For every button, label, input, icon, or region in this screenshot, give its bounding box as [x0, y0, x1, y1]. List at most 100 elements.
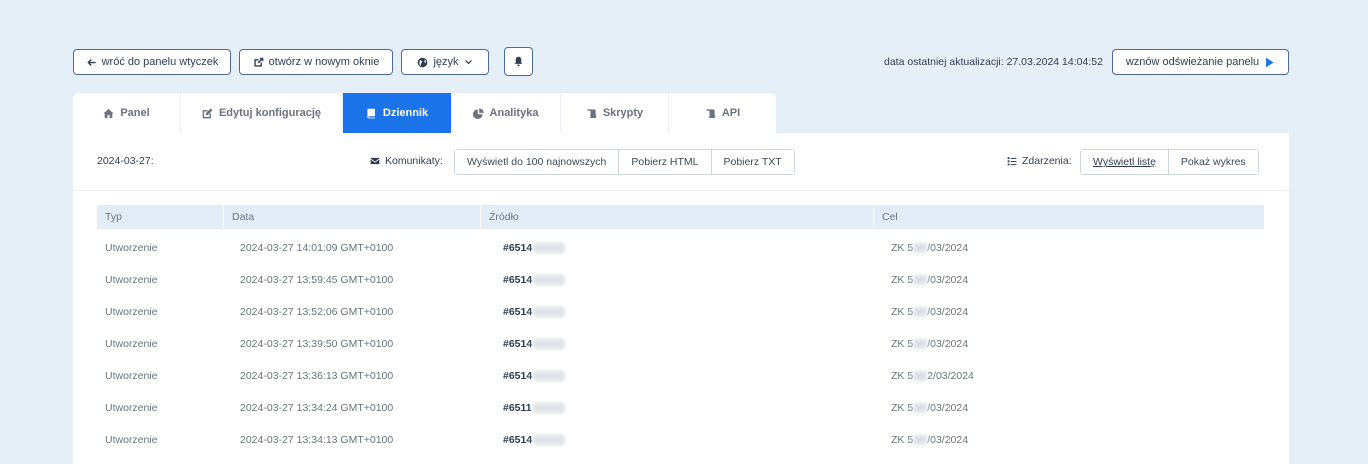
source-id: #6511: [503, 402, 532, 414]
redacted-blur: [913, 243, 928, 254]
cell-target: ZK 5/03/2024: [883, 392, 1264, 424]
target-prefix: ZK 5: [891, 434, 914, 446]
column-header-target[interactable]: Cel: [873, 205, 1264, 229]
cell-target: ZK 5 2/03/2024: [883, 360, 1264, 392]
globe-icon: [418, 57, 428, 67]
play-icon: [1266, 57, 1274, 67]
cell-target: ZK 5/03/2024: [883, 424, 1264, 456]
table-row: Utworzenie 2024-03-27 13:36:13 GMT+0100 #6…: [97, 360, 1264, 392]
tab-edit-config[interactable]: Edytuj konfigurację: [181, 93, 343, 133]
cell-type: Utworzenie: [105, 274, 158, 286]
tab-label: Edytuj konfigurację: [218, 107, 322, 119]
redacted-blur: [533, 275, 566, 286]
cell-date: 2024-03-27 13:34:13 GMT+0100: [240, 434, 394, 446]
column-header-date[interactable]: Data: [223, 205, 480, 229]
cell-date: 2024-03-27 13:36:13 GMT+0100: [240, 370, 394, 382]
journal-toolbar: 2024-03-27: Komunikaty: Wyświetl do 100 …: [73, 133, 1289, 191]
target-suffix: /03/2024: [927, 338, 969, 350]
redacted-blur: [913, 275, 928, 286]
tab-bar: Panel Edytuj konfigurację Dziennik Anali…: [73, 93, 776, 133]
language-label: język: [433, 56, 459, 68]
target-prefix: ZK 5: [891, 370, 914, 382]
cell-target: ZK 5/03/2024: [883, 328, 1264, 360]
source-id: #6514: [503, 434, 533, 446]
scroll-icon: [706, 108, 716, 118]
target-suffix: /03/2024: [927, 242, 969, 254]
column-header-source[interactable]: Źródło: [480, 205, 873, 229]
source-id: #6514: [503, 306, 533, 318]
events-label-text: Zdarzenia:: [1022, 155, 1072, 167]
tab-analytics[interactable]: Analityka: [451, 93, 561, 133]
table-row: Utworzenie 2024-03-27 13:34:13 GMT+0100 #6…: [97, 424, 1264, 456]
pie-chart-icon: [472, 107, 484, 119]
column-header-type[interactable]: Typ: [97, 205, 223, 229]
back-to-plugins-label: wróć do panelu wtyczek: [101, 56, 219, 68]
redacted-blur: [533, 339, 566, 350]
cell-target: ZK 5/03/2024: [883, 232, 1264, 264]
cell-source: #6514: [495, 360, 875, 392]
redacted-blur: [533, 435, 566, 446]
redacted-blur: [913, 435, 928, 446]
messages-label-text: Komunikaty:: [385, 155, 443, 167]
show-100-button[interactable]: Wyświetl do 100 najnowszych: [455, 150, 620, 174]
table-row: Utworzenie 2024-03-27 13:39:50 GMT+0100 #6…: [97, 328, 1264, 360]
tab-journal[interactable]: Dziennik: [343, 93, 451, 133]
resume-refresh-button[interactable]: wznów odświeżanie panelu: [1112, 49, 1289, 75]
cell-type: Utworzenie: [105, 434, 158, 446]
edit-icon: [202, 108, 213, 118]
notifications-button[interactable]: [504, 47, 533, 76]
cell-source: #6514: [495, 232, 875, 264]
cell-type: Utworzenie: [105, 370, 158, 382]
tab-label: API: [721, 107, 741, 119]
show-list-button[interactable]: Wyświetl listę: [1081, 150, 1169, 174]
tab-scripts[interactable]: Skrypty: [561, 93, 669, 133]
tab-panel[interactable]: Panel: [73, 93, 181, 133]
target-suffix: /03/2024: [927, 306, 969, 318]
cell-type: Utworzenie: [105, 338, 158, 350]
cell-target: ZK 5/03/2024: [883, 296, 1264, 328]
source-id: #6514: [503, 242, 533, 254]
open-new-window-button[interactable]: otwórz w nowym oknie: [239, 49, 393, 75]
target-prefix: ZK 5: [891, 402, 914, 414]
source-id: #6514: [503, 338, 533, 350]
cell-date: 2024-03-27 13:34:24 GMT+0100: [240, 402, 394, 414]
envelope-icon: [370, 157, 380, 165]
target-suffix: /03/2024: [927, 434, 969, 446]
source-id: #6514: [503, 370, 533, 382]
redacted-blur: [532, 403, 565, 414]
cell-source: #6511: [495, 392, 875, 424]
events-button-group: Wyświetl listę Pokaż wykres: [1080, 149, 1259, 175]
list-icon: [1007, 157, 1017, 166]
redacted-blur: [533, 243, 566, 254]
journal-panel: 2024-03-27: Komunikaty: Wyświetl do 100 …: [73, 133, 1289, 464]
messages-label: Komunikaty:: [370, 155, 443, 167]
target-prefix: ZK 5: [891, 242, 914, 254]
cell-target: ZK 5/03/2024: [883, 264, 1264, 296]
cell-date: 2024-03-27 14:01:09 GMT+0100: [240, 242, 394, 254]
back-to-plugins-button[interactable]: wróć do panelu wtyczek: [73, 49, 231, 75]
target-suffix: /03/2024: [927, 402, 969, 414]
external-link-icon: [254, 57, 263, 67]
source-id: #6514: [503, 274, 533, 286]
language-dropdown[interactable]: język: [401, 49, 489, 75]
cell-date: 2024-03-27 13:59:45 GMT+0100: [240, 274, 394, 286]
journal-date: 2024-03-27:: [97, 155, 154, 167]
show-chart-button[interactable]: Pokaż wykres: [1168, 150, 1258, 174]
cell-type: Utworzenie: [105, 306, 158, 318]
tab-api[interactable]: API: [669, 93, 776, 133]
cell-source: #6514: [495, 296, 875, 328]
download-txt-button[interactable]: Pobierz TXT: [711, 150, 794, 174]
download-html-button[interactable]: Pobierz HTML: [619, 150, 712, 174]
redacted-blur: [533, 371, 566, 382]
messages-button-group: Wyświetl do 100 najnowszych Pobierz HTML…: [454, 149, 795, 175]
resume-refresh-label: wznów odświeżanie panelu: [1125, 56, 1260, 68]
cell-source: #6514: [495, 264, 875, 296]
table-row: Utworzenie 2024-03-27 13:59:45 GMT+0100 #6…: [97, 264, 1264, 296]
open-new-window-label: otwórz w nowym oknie: [268, 56, 380, 68]
cell-type: Utworzenie: [105, 402, 158, 414]
table-header: Typ Data Źródło Cel: [97, 205, 1264, 229]
arrow-left-icon: [86, 58, 96, 66]
cell-type: Utworzenie: [105, 242, 158, 254]
redacted-blur: [913, 339, 928, 350]
cell-date: 2024-03-27 13:52:06 GMT+0100: [240, 306, 394, 318]
